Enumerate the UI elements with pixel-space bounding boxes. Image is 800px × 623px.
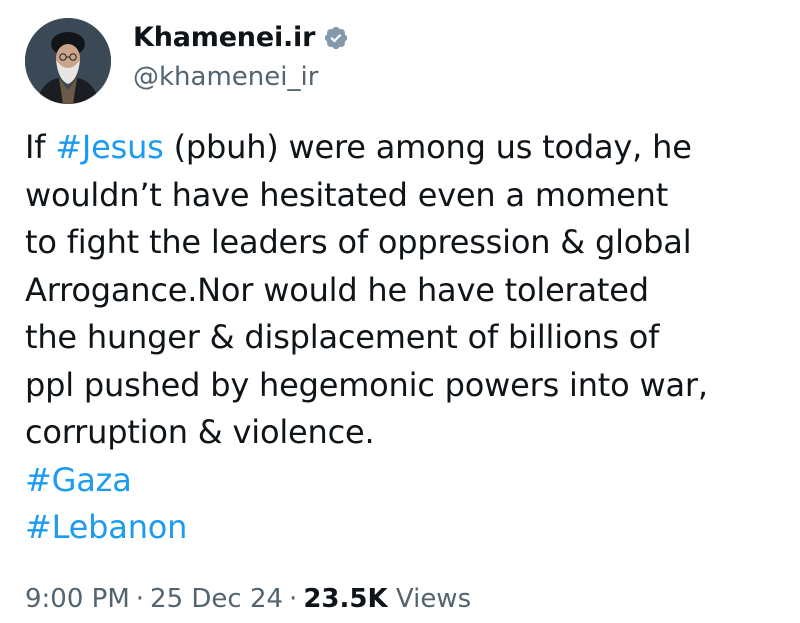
- avatar-portrait-icon: [25, 18, 111, 104]
- meta-separator: ·: [289, 584, 298, 614]
- tweet-line-5: the hunger & displacement of billions of: [25, 318, 660, 356]
- avatar[interactable]: [25, 18, 111, 104]
- tweet-line-7: corruption & violence.: [25, 413, 375, 451]
- tweet-meta: 9:00 PM · 25 Dec 24 · 23.5K Views: [25, 584, 471, 614]
- meta-separator: ·: [135, 584, 145, 614]
- author-name-row: Khamenei.ir: [133, 22, 349, 53]
- views-count: 23.5K: [303, 584, 388, 614]
- tweet-card: Khamenei.ir @khamenei_ir If #Jesus (pbuh…: [0, 0, 800, 623]
- author-handle[interactable]: @khamenei_ir: [133, 62, 318, 92]
- tweet-line-9: #Lebanon: [25, 504, 785, 552]
- tweet-line-1: If #Jesus (pbuh) were among us today, he: [25, 124, 785, 172]
- views-label: Views: [395, 584, 472, 614]
- hashtag-jesus-link[interactable]: #Jesus: [55, 128, 164, 166]
- tweet-line-6: ppl pushed by hegemonic powers into war,: [25, 365, 708, 404]
- tweet-text-segment: (pbuh) were among us today, he: [163, 128, 692, 166]
- tweet-text-segment: If: [25, 128, 56, 166]
- tweet-line-3: to fight the leaders of oppression & glo…: [25, 223, 692, 261]
- tweet-date[interactable]: 25 Dec 24: [150, 584, 283, 614]
- hashtag-gaza-link[interactable]: #Gaza: [25, 461, 132, 499]
- tweet-time[interactable]: 9:00 PM: [25, 584, 130, 614]
- verified-badge-icon[interactable]: [323, 25, 349, 51]
- tweet-line-2: wouldn’t have hesitated even a moment: [25, 175, 669, 214]
- tweet-line-4: Arrogance.Nor would he have tolerated: [25, 270, 649, 309]
- tweet-line-8: #Gaza: [25, 457, 785, 505]
- author-display-name[interactable]: Khamenei.ir: [133, 22, 315, 53]
- hashtag-lebanon-link[interactable]: #Lebanon: [25, 508, 187, 546]
- tweet-text: If #Jesus (pbuh) were among us today, he…: [25, 124, 785, 552]
